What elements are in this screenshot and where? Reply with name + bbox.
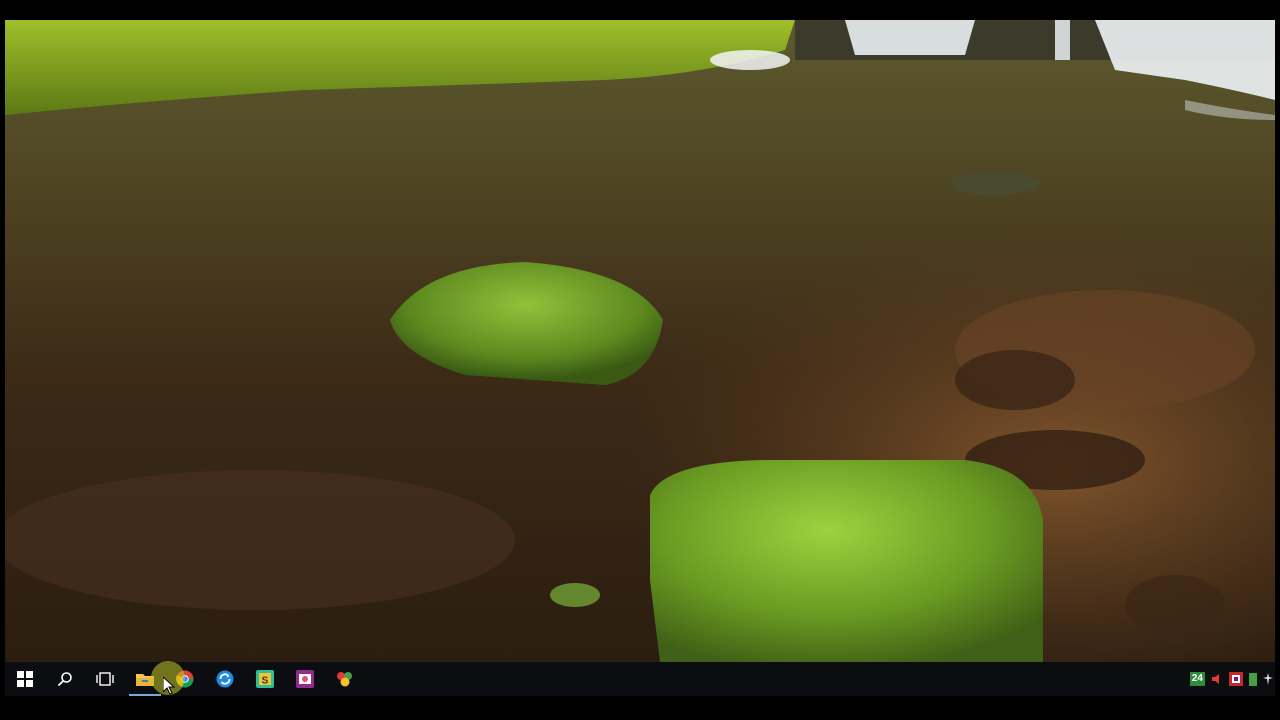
battery-button[interactable]: [1249, 662, 1257, 696]
sync-app-button[interactable]: [205, 662, 245, 696]
sync-app-icon: [216, 670, 234, 688]
desktop-wallpaper: [5, 20, 1275, 662]
windows-start-icon: [17, 671, 33, 687]
svg-text:S: S: [262, 676, 269, 687]
network-icon: [1229, 672, 1243, 686]
search-icon: [57, 672, 72, 687]
settings-button[interactable]: [1263, 662, 1273, 696]
colorful-app-button[interactable]: [325, 662, 365, 696]
volume-icon: [1212, 674, 1219, 684]
start-button[interactable]: [5, 662, 45, 696]
screen-bottom-border: [0, 696, 1280, 720]
snagit-app-icon: S: [256, 670, 274, 688]
tray-badge[interactable]: 24: [1189, 662, 1205, 696]
volume-button[interactable]: [1211, 662, 1223, 696]
search-button[interactable]: [45, 662, 85, 696]
taskbar: S 24: [5, 662, 1275, 696]
task-view-icon: [96, 672, 114, 686]
tray-badge-label: 24: [1189, 672, 1205, 686]
media-app-icon: [296, 670, 314, 688]
battery-icon: [1249, 673, 1257, 686]
desktop-screen: S 24: [5, 20, 1275, 696]
snagit-app-button[interactable]: S: [245, 662, 285, 696]
task-view-button[interactable]: [85, 662, 125, 696]
click-highlight: [151, 661, 185, 695]
system-tray: 24: [1189, 662, 1275, 696]
network-button[interactable]: [1229, 662, 1243, 696]
settings-icon: [1263, 673, 1273, 685]
media-app-button[interactable]: [285, 662, 325, 696]
colorful-app-icon: [337, 672, 352, 687]
